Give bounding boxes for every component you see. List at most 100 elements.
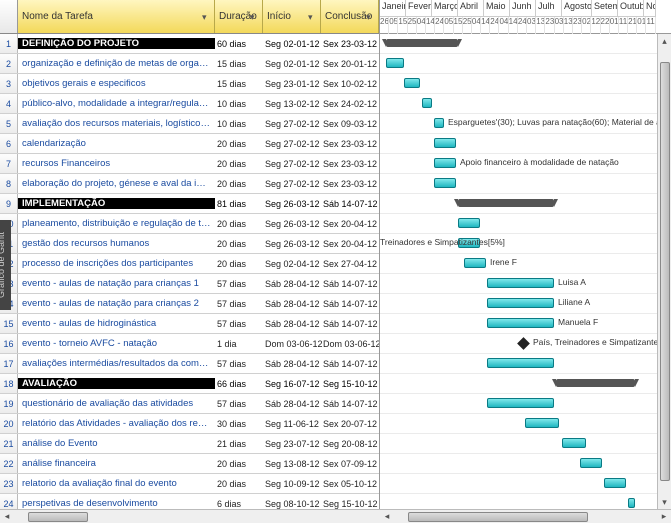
gantt-row[interactable]: País, Treinadores e Simpatizantes — [380, 334, 671, 354]
summary-bar[interactable] — [386, 39, 458, 47]
table-row[interactable]: 6calendarização20 diasSeg 27-02-12Sex 23… — [0, 134, 379, 154]
table-row[interactable]: 18AVALIAÇÃO66 diasSeg 16-07-12Seg 15-10-… — [0, 374, 379, 394]
task-duration[interactable]: 57 dias — [215, 319, 263, 329]
task-start[interactable]: Seg 02-04-12 — [263, 259, 321, 269]
task-start[interactable]: Sáb 28-04-12 — [263, 399, 321, 409]
gantt-row[interactable] — [380, 354, 671, 374]
task-name[interactable]: relatório das Atividades - avaliação dos… — [18, 418, 215, 429]
task-duration[interactable]: 15 dias — [215, 59, 263, 69]
task-name[interactable]: evento - aulas de natação para crianças … — [18, 278, 215, 289]
task-name[interactable]: análise do Evento — [18, 438, 215, 449]
task-duration[interactable]: 57 dias — [215, 399, 263, 409]
scroll-left-icon[interactable]: ◂ — [380, 510, 394, 524]
task-name[interactable]: elaboração do projeto, génese e aval da … — [18, 178, 215, 189]
task-name[interactable]: processo de inscrições dos participantes — [18, 258, 215, 269]
task-start[interactable]: Sáb 28-04-12 — [263, 319, 321, 329]
task-start[interactable]: Sáb 28-04-12 — [263, 359, 321, 369]
table-row[interactable]: 19questionário de avaliação das atividad… — [0, 394, 379, 414]
dropdown-icon[interactable]: ▾ — [366, 12, 376, 22]
task-duration[interactable]: 81 dias — [215, 199, 263, 209]
task-start[interactable]: Seg 27-02-12 — [263, 159, 321, 169]
task-duration[interactable]: 20 dias — [215, 159, 263, 169]
table-row[interactable]: 8elaboração do projeto, génese e aval da… — [0, 174, 379, 194]
task-bar[interactable] — [487, 358, 554, 368]
hscroll-thumb[interactable] — [408, 512, 588, 522]
table-row[interactable]: 12processo de inscrições dos participant… — [0, 254, 379, 274]
vscroll-thumb[interactable] — [660, 62, 670, 481]
scroll-down-icon[interactable]: ▾ — [658, 495, 671, 509]
gantt-row[interactable] — [380, 214, 671, 234]
task-bar[interactable] — [434, 178, 456, 188]
task-end[interactable]: Sáb 14-07-12 — [321, 319, 379, 329]
task-end[interactable]: Sex 09-03-12 — [321, 119, 379, 129]
task-bar[interactable] — [580, 458, 602, 468]
task-end[interactable]: Sex 23-03-12 — [321, 159, 379, 169]
gantt-row[interactable]: Irene F — [380, 254, 671, 274]
gantt-row[interactable]: Treinadores e Simpatizantes[5%] — [380, 234, 671, 254]
task-start[interactable]: Seg 23-07-12 — [263, 439, 321, 449]
gantt-row[interactable]: Liliane A — [380, 294, 671, 314]
gantt-row[interactable] — [380, 54, 671, 74]
scroll-right-icon[interactable]: ▸ — [657, 510, 671, 524]
task-name[interactable]: recursos Financeiros — [18, 158, 215, 169]
table-row[interactable]: 11gestão dos recursos humanos20 diasSeg … — [0, 234, 379, 254]
table-row[interactable]: 15evento - aulas de hidroginástica57 dia… — [0, 314, 379, 334]
task-end[interactable]: Sáb 14-07-12 — [321, 359, 379, 369]
header-start[interactable]: Início ▾ — [263, 0, 321, 33]
task-bar[interactable] — [487, 278, 554, 288]
task-start[interactable]: Seg 11-06-12 — [263, 419, 321, 429]
task-end[interactable]: Sex 05-10-12 — [321, 479, 379, 489]
task-name[interactable]: análise financeira — [18, 458, 215, 469]
task-duration[interactable]: 57 dias — [215, 299, 263, 309]
task-start[interactable]: Seg 10-09-12 — [263, 479, 321, 489]
header-end[interactable]: Conclusão ▾ — [321, 0, 379, 33]
milestone-icon[interactable] — [517, 337, 530, 350]
task-start[interactable]: Seg 13-08-12 — [263, 459, 321, 469]
task-end[interactable]: Sex 23-03-12 — [321, 39, 379, 49]
task-bar[interactable] — [386, 58, 404, 68]
task-start[interactable]: Dom 03-06-12 — [263, 339, 321, 349]
task-name[interactable]: avaliações intermédias/resultados da com… — [18, 358, 215, 369]
task-name[interactable]: questionário de avaliação das atividades — [18, 398, 215, 409]
task-name[interactable]: planeamento, distribuição e regulação de… — [18, 218, 215, 229]
task-end[interactable]: Seg 15-10-12 — [321, 379, 379, 389]
side-tab-gantt[interactable]: Gráfico de Gantt — [0, 220, 11, 310]
task-start[interactable]: Sáb 28-04-12 — [263, 299, 321, 309]
task-start[interactable]: Seg 26-03-12 — [263, 219, 321, 229]
task-bar[interactable] — [487, 298, 554, 308]
gantt-row[interactable] — [380, 434, 671, 454]
scroll-left-icon[interactable]: ◂ — [0, 510, 14, 524]
task-end[interactable]: Sex 24-02-12 — [321, 99, 379, 109]
table-row[interactable]: 14evento - aulas de natação para criança… — [0, 294, 379, 314]
task-bar[interactable] — [404, 78, 420, 88]
task-duration[interactable]: 20 dias — [215, 239, 263, 249]
task-duration[interactable]: 1 dia — [215, 339, 263, 349]
vscroll[interactable]: ▴ ▾ — [657, 34, 671, 509]
gantt-row[interactable] — [380, 414, 671, 434]
table-row[interactable]: 13evento - aulas de natação para criança… — [0, 274, 379, 294]
hscroll-thumb[interactable] — [28, 512, 88, 522]
task-start[interactable]: Seg 27-02-12 — [263, 139, 321, 149]
task-start[interactable]: Seg 27-02-12 — [263, 179, 321, 189]
table-row[interactable]: 1DEFINIÇÃO DO PROJETO60 diasSeg 02-01-12… — [0, 34, 379, 54]
task-duration[interactable]: 20 dias — [215, 139, 263, 149]
table-row[interactable]: 22análise financeira20 diasSeg 13-08-12S… — [0, 454, 379, 474]
task-start[interactable]: Seg 02-01-12 — [263, 39, 321, 49]
table-row[interactable]: 20relatório das Atividades - avaliação d… — [0, 414, 379, 434]
header-name[interactable]: Nome da Tarefa ▾ — [18, 0, 215, 33]
task-start[interactable]: Seg 16-07-12 — [263, 379, 321, 389]
task-bar[interactable] — [434, 138, 456, 148]
task-duration[interactable]: 10 dias — [215, 119, 263, 129]
task-duration[interactable]: 20 dias — [215, 219, 263, 229]
task-duration[interactable]: 20 dias — [215, 179, 263, 189]
task-bar[interactable] — [434, 118, 444, 128]
task-name[interactable]: evento - aulas de hidroginástica — [18, 318, 215, 329]
table-row[interactable]: 9IMPLEMENTAÇÃO81 diasSeg 26-03-12Sáb 14-… — [0, 194, 379, 214]
task-end[interactable]: Sáb 14-07-12 — [321, 199, 379, 209]
task-start[interactable]: Seg 02-01-12 — [263, 59, 321, 69]
task-bar[interactable] — [434, 158, 456, 168]
task-start[interactable]: Sáb 28-04-12 — [263, 279, 321, 289]
table-row[interactable]: 23relatorio da avaliação final do evento… — [0, 474, 379, 494]
task-bar[interactable] — [464, 258, 486, 268]
task-end[interactable]: Sex 20-07-12 — [321, 419, 379, 429]
